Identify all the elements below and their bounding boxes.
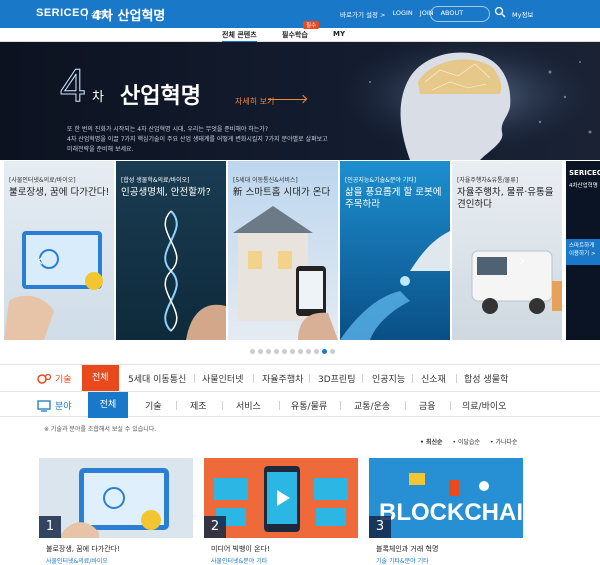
sort-latest[interactable]: • 최신순 xyxy=(420,437,443,446)
hero-title: 산업혁명 xyxy=(120,84,201,109)
slide-category: [5세대 이동통신&서비스] xyxy=(233,177,298,184)
slider-dot[interactable] xyxy=(330,349,335,354)
tech-filter-ai[interactable]: 인공지능 xyxy=(372,372,405,385)
card-title: 블록체인과 거래 혁명 xyxy=(376,545,439,553)
search-icon[interactable] xyxy=(494,6,506,20)
field-filter-medical[interactable]: 의료/바이오 xyxy=(462,399,506,412)
search-input[interactable] xyxy=(430,6,490,22)
hero-number: 4 xyxy=(60,59,87,112)
card-title: 불로장생, 꿈에 다가간다! xyxy=(46,545,120,553)
slider-dot[interactable] xyxy=(290,349,295,354)
tech-filter-biology[interactable]: 합성 생물학 xyxy=(464,372,508,385)
slide-card[interactable]: [합성 생물학&의료/바이오] 인공생명체, 안전할까? xyxy=(116,161,226,340)
side-promo-card[interactable]: SERICEO 4차산업혁명 스마트하게 이용하기 > xyxy=(566,161,600,340)
gears-icon xyxy=(37,373,51,384)
filter-note: ※ 기술과 분야를 조합해서 보실 수 있습니다. xyxy=(44,426,157,433)
slide-title: 불로장생, 꿈에 다가간다! xyxy=(9,187,110,198)
tab-required[interactable]: 필수학습 xyxy=(282,30,308,40)
field-filter-all[interactable]: 전체 xyxy=(88,392,128,418)
tech-filter-5g[interactable]: 5세대 이동통신 xyxy=(128,372,186,385)
link-login[interactable]: LOGIN xyxy=(392,9,412,19)
card-category: 사물인터넷&분야 기타 xyxy=(211,558,268,565)
slide-title: 新 스마트홈 시대가 온다 xyxy=(233,187,331,198)
field-filter-manufacturing[interactable]: 제조 xyxy=(190,399,207,412)
slide-title: 인공생명체, 안전할까? xyxy=(121,187,211,198)
slider-prev-button[interactable]: ‹ xyxy=(33,251,47,271)
card-image xyxy=(39,458,193,538)
top-bar: SERICEO 스페셜 4차 산업혁명 바로가기 설정 > LOGIN JOIN … xyxy=(0,0,600,28)
tech-filter-label: 기술 xyxy=(37,372,72,385)
card-image xyxy=(204,458,358,538)
svg-text:BLOCKCHAIN: BLOCKCHAIN xyxy=(379,499,523,526)
hero-description: 또 한 번의 진화가 시작되는 4차 산업혁명 시대, 우리는 무엇을 준비해야… xyxy=(67,126,328,153)
field-filter-service[interactable]: 서비스 xyxy=(236,399,261,412)
slide-category: [자율주행차&유통/물류] xyxy=(457,177,519,184)
sort-alpha[interactable]: • 가나다순 xyxy=(490,437,518,446)
slider-dot[interactable] xyxy=(266,349,271,354)
slide-card[interactable]: [사물인터넷&의료/바이오] 불로장생, 꿈에 다가간다! xyxy=(4,161,114,340)
content-card[interactable]: BLOCKCHAIN 3 블록체인과 거래 혁명 기술 기타&분야 기타 xyxy=(369,458,523,565)
card-category: 사물인터넷&의료/바이오 xyxy=(46,558,108,565)
slide-category: [인공지능&기술&분야 기타] xyxy=(345,177,417,184)
slide-card[interactable]: [5세대 이동통신&서비스] 新 스마트홈 시대가 온다 xyxy=(228,161,338,340)
tab-my[interactable]: MY xyxy=(333,30,345,38)
tech-filter-3dprinting[interactable]: 3D프린팅 xyxy=(318,372,356,385)
site-title[interactable]: 4차 산업혁명 xyxy=(92,5,165,24)
card-category: 기술 기타&분야 기타 xyxy=(376,558,429,565)
slider-dot[interactable] xyxy=(250,349,255,354)
slider-dot-active[interactable] xyxy=(322,349,327,354)
ai-head-image xyxy=(340,42,600,160)
link-shortcut[interactable]: 바로가기 설정 > xyxy=(340,9,385,19)
field-filter-tech[interactable]: 기술 xyxy=(145,399,162,412)
field-filter-finance[interactable]: 금융 xyxy=(419,399,436,412)
slider-dot[interactable] xyxy=(258,349,263,354)
slider-pagination xyxy=(250,349,335,354)
field-filter-label: 분야 xyxy=(37,399,72,412)
monitor-icon xyxy=(37,399,51,412)
slide-category: [합성 생물학&의료/바이오] xyxy=(121,177,190,184)
hero-number-suffix: 차 xyxy=(92,90,104,105)
content-slider: [사물인터넷&의료/바이오] 불로장생, 꿈에 다가간다! [합성 생물학&의료… xyxy=(0,161,600,340)
tech-filter-all[interactable]: 전체 xyxy=(82,365,119,391)
divider xyxy=(86,8,87,20)
field-filter-transport[interactable]: 교통/운송 xyxy=(354,399,390,412)
slider-dot[interactable] xyxy=(298,349,303,354)
slide-category: [사물인터넷&의료/바이오] xyxy=(9,177,76,184)
slider-dot[interactable] xyxy=(274,349,279,354)
card-title: 미디어 빅뱅이 온다! xyxy=(211,545,270,553)
slider-dot[interactable] xyxy=(306,349,311,354)
card-image: BLOCKCHAIN xyxy=(369,458,523,538)
arrow-right-icon xyxy=(268,99,306,100)
field-filter: 분야 전체 기술 제조 서비스 유통/물류 교통/운송 금융 의료/바이오 xyxy=(0,391,600,418)
tech-filter-autonomous[interactable]: 자율주행차 xyxy=(262,372,303,385)
sort-popular[interactable]: • 이달습순 xyxy=(453,437,481,446)
slide-card[interactable]: [인공지능&기술&분야 기타] 삶을 풍요롭게 할 로봇에 주목하라 xyxy=(340,161,450,340)
tech-filter: 기술 전체 5세대 이동통신 사물인터넷 자율주행차 3D프린팅 인공지능 신소… xyxy=(0,364,600,391)
content-card[interactable]: 2 미디어 빅뱅이 온다! 사물인터넷&분야 기타 xyxy=(204,458,358,565)
tech-filter-material[interactable]: 신소재 xyxy=(421,372,446,385)
hero-more-link[interactable]: 자세히 보기 xyxy=(235,96,274,107)
tech-filter-iot[interactable]: 사물인터넷 xyxy=(202,372,243,385)
mypage-link[interactable]: My정보 xyxy=(512,9,533,19)
slider-dot[interactable] xyxy=(282,349,287,354)
slider-dot[interactable] xyxy=(314,349,319,354)
hero-banner[interactable]: 4 차 산업혁명 자세히 보기 또 한 번의 진화가 시작되는 4차 산업혁명 … xyxy=(0,42,600,160)
main-nav: 전체 콘텐츠 필수학습 필수 MY xyxy=(0,21,600,43)
slide-card[interactable]: [자율주행차&유통/물류] 자율주행차, 물류·유통을 견인하다 xyxy=(452,161,562,340)
slider-next-button[interactable]: › xyxy=(515,251,529,271)
slide-title: 삶을 풍요롭게 할 로봇에 주목하라 xyxy=(345,187,442,210)
slide-title: 자율주행차, 물류·유통을 견인하다 xyxy=(457,187,554,210)
required-badge: 필수 xyxy=(303,21,320,29)
sort-options: • 최신순 • 이달습순 • 가나다순 xyxy=(420,437,518,446)
content-card[interactable]: 1 불로장생, 꿈에 다가간다! 사물인터넷&의료/바이오 xyxy=(39,458,193,565)
field-filter-logistics[interactable]: 유통/물류 xyxy=(291,399,327,412)
